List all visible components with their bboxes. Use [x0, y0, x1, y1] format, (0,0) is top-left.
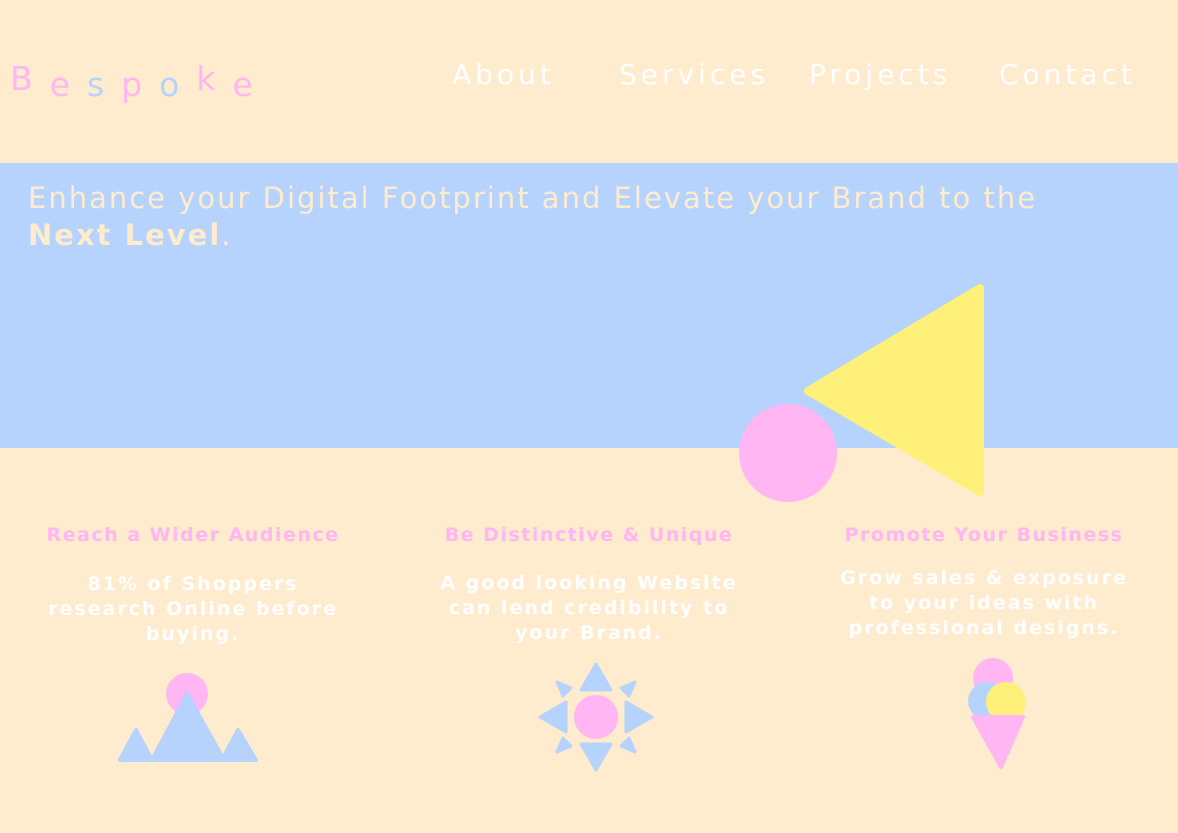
hero-shapes-illustration — [739, 284, 984, 502]
hero-headline: Enhance your Digital Footprint and Eleva… — [28, 180, 1108, 254]
nav-services-link[interactable]: Services — [619, 57, 769, 93]
pink-circle-shape — [739, 404, 837, 502]
hero-headline-period: . — [221, 218, 233, 252]
feature-description: 81% of Shoppers research Online before b… — [48, 573, 338, 645]
mountains-icon — [118, 673, 258, 762]
feature-title: Promote Your Business — [844, 524, 1124, 546]
hero-headline-text: Enhance your Digital Footprint and Eleva… — [28, 181, 1038, 215]
feature-card: Reach a Wider Audience 81% of Shoppers r… — [28, 520, 358, 647]
sun-icon — [538, 662, 654, 772]
feature-title: Be Distinctive & Unique — [444, 524, 734, 546]
logo-letter: B — [10, 59, 33, 98]
logo-letter: k — [196, 59, 216, 98]
logo[interactable]: B e s p o k e — [10, 59, 253, 104]
logo-letter: s — [86, 65, 105, 104]
feature-description: Grow sales & exposure to your ideas with… — [840, 567, 1128, 639]
nav-projects-link[interactable]: Projects — [809, 57, 951, 93]
nav-contact-link[interactable]: Contact — [999, 57, 1136, 93]
feature-description: A good looking Website can lend credibil… — [440, 572, 738, 644]
feature-card: Be Distinctive & Unique A good looking W… — [424, 520, 754, 646]
site-header: B e s p o k e About Services Projects Co… — [0, 0, 1178, 163]
logo-letter: e — [49, 65, 70, 104]
logo-letter: p — [121, 65, 143, 104]
logo-letter: o — [159, 65, 180, 104]
nav-about-link[interactable]: About — [452, 57, 555, 93]
feature-card: Promote Your Business Grow sales & expos… — [819, 520, 1149, 641]
logo-letter: e — [232, 65, 253, 104]
page: B e s p o k e About Services Projects Co… — [0, 0, 1178, 833]
feature-title: Reach a Wider Audience — [46, 524, 340, 546]
ice-cream-icon — [968, 658, 1026, 769]
hero-headline-emphasis: Next Level — [28, 218, 222, 252]
